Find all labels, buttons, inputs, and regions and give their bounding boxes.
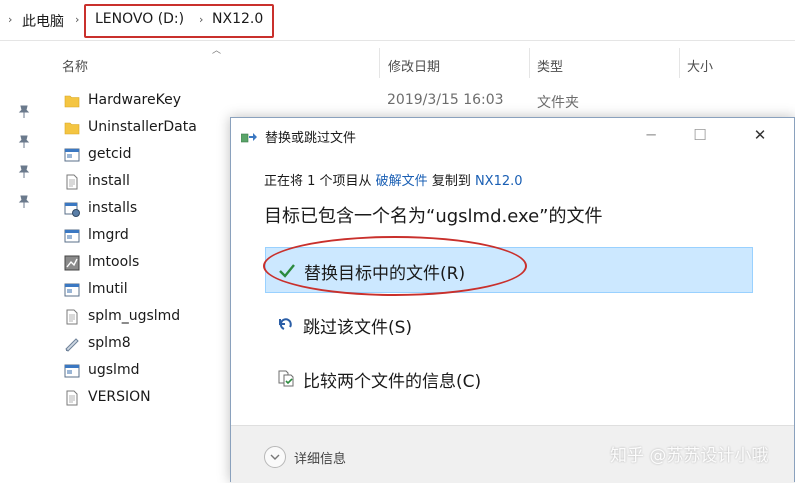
file-name: install — [88, 173, 130, 189]
column-divider[interactable] — [379, 48, 380, 78]
details-label[interactable]: 详细信息 — [294, 448, 346, 467]
annotation-highlight-oval — [263, 236, 527, 296]
compare-files-option[interactable]: 比较两个文件的信息(C) — [265, 356, 753, 402]
file-name: splm8 — [88, 335, 131, 351]
source-folder-link[interactable]: 破解文件 — [376, 174, 428, 189]
column-header-size[interactable]: 大小 — [687, 56, 713, 75]
file-type: 文件夹 — [537, 95, 579, 111]
replace-or-skip-dialog: 替换或跳过文件 ─ ☐ ✕ 正在将 1 个项目从 破解文件 复制到 NX12.0… — [230, 117, 795, 483]
compare-files-icon — [278, 370, 294, 387]
file-name: splm_ugslmd — [88, 308, 181, 324]
dialog-heading: 目标已包含一个名为“ugslmd.exe”的文件 — [264, 206, 603, 227]
column-header-type[interactable]: 类型 — [537, 56, 563, 75]
exe-icon — [64, 229, 80, 243]
file-name: installs — [88, 200, 138, 216]
address-bar[interactable]: › 此电脑 › LENOVO (D:) › NX12.0 — [0, 0, 795, 41]
column-divider[interactable] — [529, 48, 530, 78]
folder-icon — [64, 122, 80, 135]
watermark: 知乎 @苏苏设计小哦 — [610, 446, 769, 466]
folder-icon — [64, 95, 80, 108]
exe-icon — [64, 364, 80, 378]
minimize-button[interactable]: ─ — [640, 124, 662, 146]
close-button[interactable]: ✕ — [749, 124, 771, 146]
breadcrumb-this-pc[interactable]: 此电脑 — [22, 11, 64, 31]
skip-arrow-icon — [279, 318, 292, 330]
copy-info-text: 正在将 1 个项目从 破解文件 复制到 NX12.0 — [264, 170, 523, 189]
text-file-icon — [66, 390, 78, 406]
column-headers: 名称 修改日期 类型 大小 — [0, 44, 795, 78]
lmtools-icon — [64, 255, 80, 271]
exe-icon — [64, 283, 80, 297]
skip-file-option[interactable]: 跳过该文件(S) — [265, 302, 753, 348]
file-name: lmgrd — [88, 227, 129, 243]
copy-files-icon — [241, 133, 257, 143]
info-prefix: 正在将 1 个项目从 — [264, 174, 376, 189]
breadcrumb-chevron-icon[interactable]: › — [8, 13, 12, 26]
column-divider[interactable] — [679, 48, 680, 78]
skip-option-label: 跳过该文件(S) — [303, 318, 413, 338]
annotation-highlight-box — [84, 4, 274, 38]
pin-icon[interactable] — [18, 165, 30, 179]
file-name: VERSION — [88, 389, 151, 405]
pin-icon[interactable] — [18, 135, 30, 149]
info-middle: 复制到 — [427, 174, 475, 189]
chevron-down-icon — [270, 454, 280, 460]
file-name: HardwareKey — [88, 92, 181, 108]
exe-icon — [64, 148, 80, 162]
dialog-titlebar[interactable]: 替换或跳过文件 ─ ☐ ✕ — [231, 118, 794, 154]
file-name: getcid — [88, 146, 132, 162]
dialog-title: 替换或跳过文件 — [265, 131, 357, 146]
file-row[interactable]: HardwareKey 2019/3/15 16:03 文件夹 — [60, 88, 760, 115]
text-file-icon — [66, 309, 78, 325]
file-name: ugslmd — [88, 362, 140, 378]
file-name: lmutil — [88, 281, 128, 297]
pin-icon[interactable] — [18, 105, 30, 119]
details-toggle-button[interactable] — [264, 446, 286, 468]
maximize-button[interactable]: ☐ — [689, 124, 711, 146]
license-file-icon — [65, 338, 79, 352]
text-file-icon — [66, 174, 78, 190]
installer-icon — [64, 202, 80, 217]
file-date: 2019/3/15 16:03 — [387, 92, 504, 108]
column-header-name[interactable]: 名称 — [62, 56, 88, 75]
pin-icon[interactable] — [18, 195, 30, 209]
breadcrumb-separator[interactable]: › — [75, 13, 79, 26]
file-name: lmtools — [88, 254, 140, 270]
sort-ascending-icon: ︿ — [212, 46, 222, 56]
destination-folder-link[interactable]: NX12.0 — [475, 174, 523, 189]
compare-option-label: 比较两个文件的信息(C) — [303, 372, 482, 392]
column-header-date[interactable]: 修改日期 — [388, 56, 440, 75]
file-name: UninstallerData — [88, 119, 197, 135]
